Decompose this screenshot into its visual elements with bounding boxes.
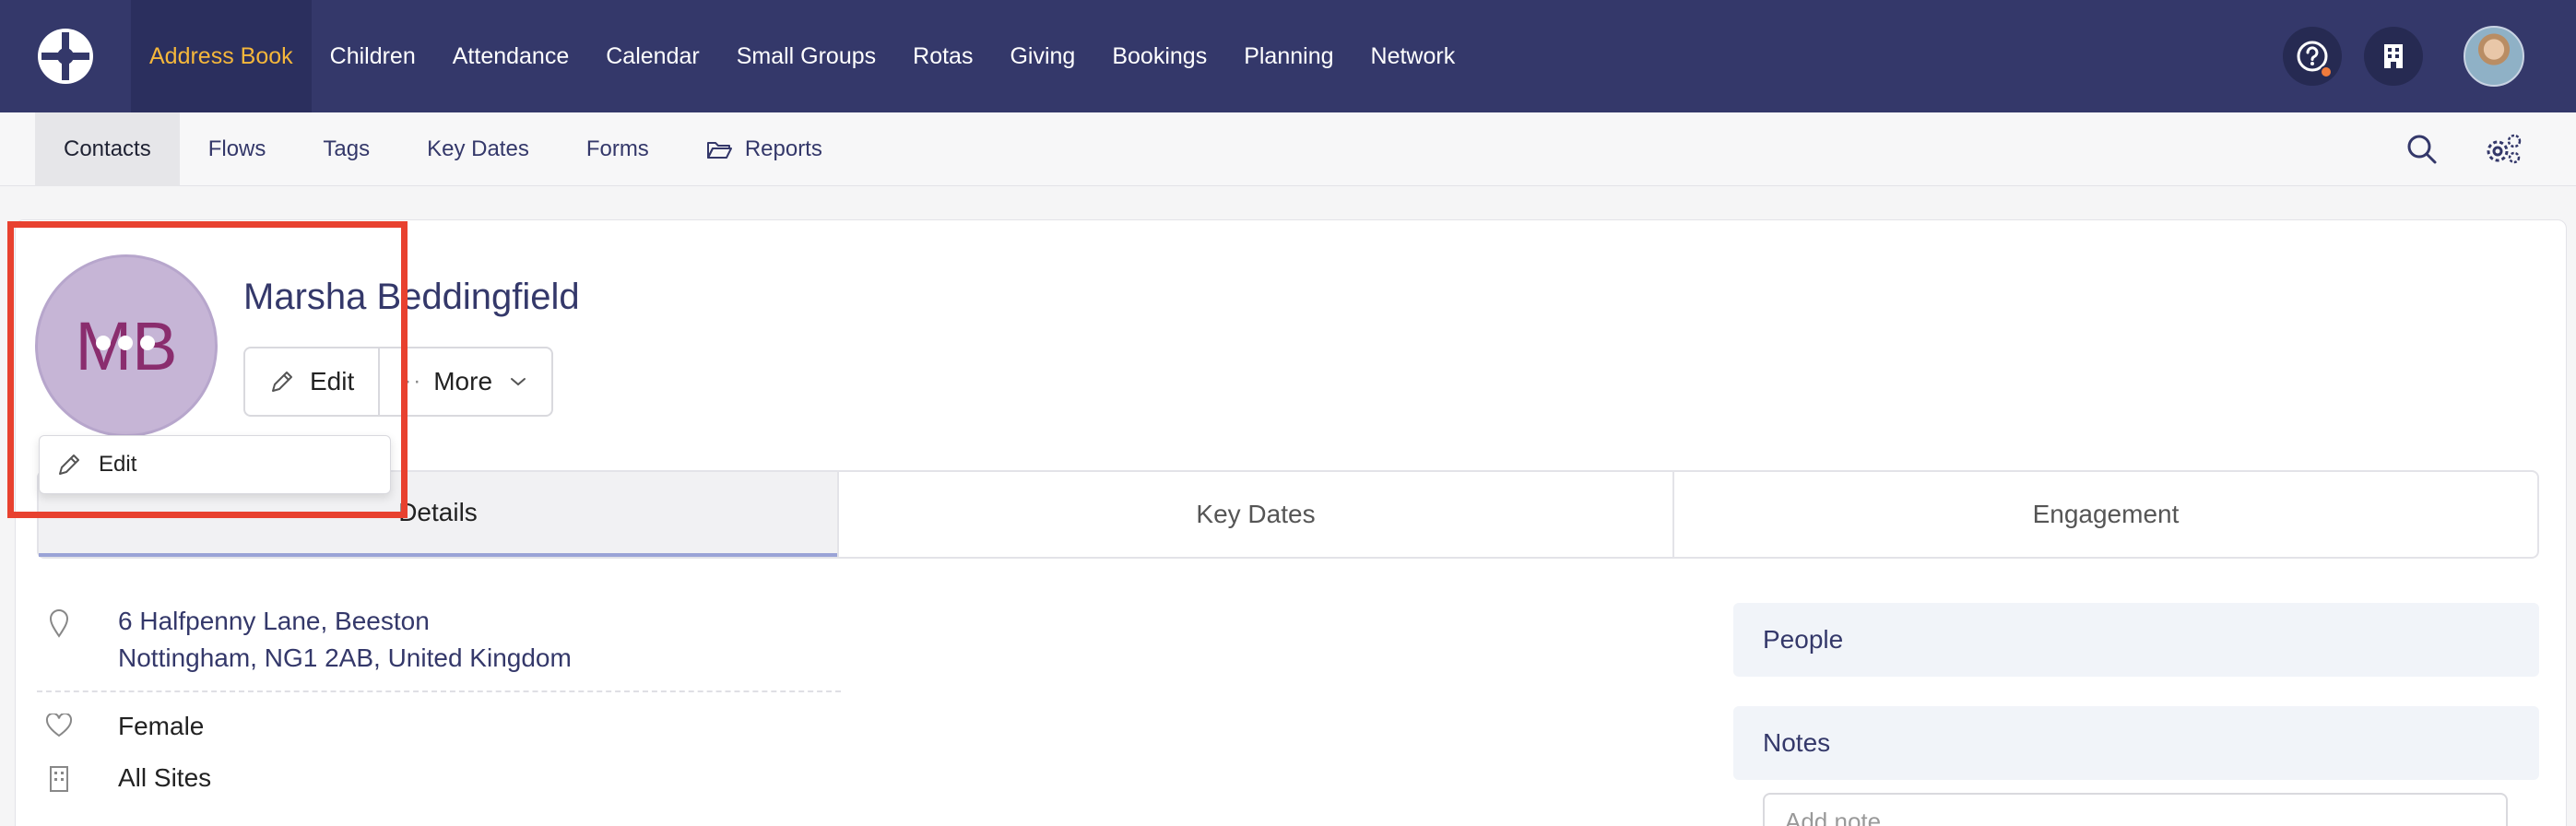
pencil-icon [272,372,292,392]
more-button-label: More [433,367,493,395]
logo-icon [38,29,93,84]
nav-small-groups[interactable]: Small Groups [718,0,894,112]
nav-bookings[interactable]: Bookings [1093,0,1225,112]
sites-button[interactable] [2364,27,2423,86]
settings-icon[interactable] [2484,133,2523,166]
subnav-reports[interactable]: Reports [678,112,851,186]
contact-tabs: Details Key Dates Engagement [37,470,2539,559]
nav-address-book[interactable]: Address Book [131,0,312,112]
location-pin-icon [49,609,69,638]
nav-calendar[interactable]: Calendar [587,0,717,112]
building-icon [2384,44,2403,68]
gender-value: Female [118,712,205,740]
tab-engagement[interactable]: Engagement [1672,472,2537,557]
site-value: All Sites [118,763,212,792]
address-row: 6 Halfpenny Lane, Beeston Nottingham, NG… [37,603,572,677]
nav-planning[interactable]: Planning [1225,0,1352,112]
help-button[interactable] [2283,27,2342,86]
profile-actions: Edit ·· More [243,347,554,417]
add-note-input[interactable]: Add note... [1763,793,2508,826]
chevron-down-icon [511,378,526,386]
avatar-menu-dots[interactable] [96,336,155,350]
people-label: People [1763,625,1844,654]
people-panel[interactable]: People [1733,603,2539,677]
top-navigation: Address Book Children Attendance Calenda… [0,0,2576,112]
avatar-edit-label: Edit [99,452,137,477]
edit-button[interactable]: Edit [245,348,378,415]
gender-row: Female [37,708,204,745]
address-link[interactable]: 6 Halfpenny Lane, Beeston Nottingham, NG… [118,603,572,677]
heart-icon [45,714,73,738]
notification-dot [2320,65,2333,78]
subnav-flows[interactable]: Flows [180,112,295,186]
building-icon [50,766,68,792]
edit-button-label: Edit [310,367,355,395]
contact-name: Marsha Beddingfield [243,277,580,317]
avatar-edit-menu-item[interactable]: Edit [39,435,391,494]
pencil-icon [59,454,79,475]
address-line-1: 6 Halfpenny Lane, Beeston [118,607,430,635]
subnav-key-dates[interactable]: Key Dates [398,112,558,186]
subnav-contacts[interactable]: Contacts [35,112,180,186]
ellipsis-icon: ·· [404,369,423,394]
nav-children[interactable]: Children [312,0,434,112]
notes-panel: Notes [1733,706,2539,780]
more-button[interactable]: ·· More [378,348,551,415]
search-icon[interactable] [2406,134,2438,165]
subnav-forms[interactable]: Forms [558,112,678,186]
notes-label: Notes [1763,728,1831,757]
nav-network[interactable]: Network [1353,0,1474,112]
nav-rotas[interactable]: Rotas [894,0,991,112]
sub-navigation: Contacts Flows Tags Key Dates Forms Repo… [0,112,2576,186]
user-avatar[interactable] [2464,26,2524,87]
folder-open-icon [706,141,732,159]
subnav-tags[interactable]: Tags [294,112,398,186]
address-line-2: Nottingham, NG1 2AB, United Kingdom [118,643,572,672]
subnav-reports-label: Reports [744,136,822,161]
nav-giving[interactable]: Giving [991,0,1093,112]
nav-attendance[interactable]: Attendance [434,0,588,112]
details-divider [37,690,841,692]
site-row: All Sites [37,760,211,796]
app-logo[interactable] [0,0,131,112]
tab-key-dates[interactable]: Key Dates [837,472,1672,557]
